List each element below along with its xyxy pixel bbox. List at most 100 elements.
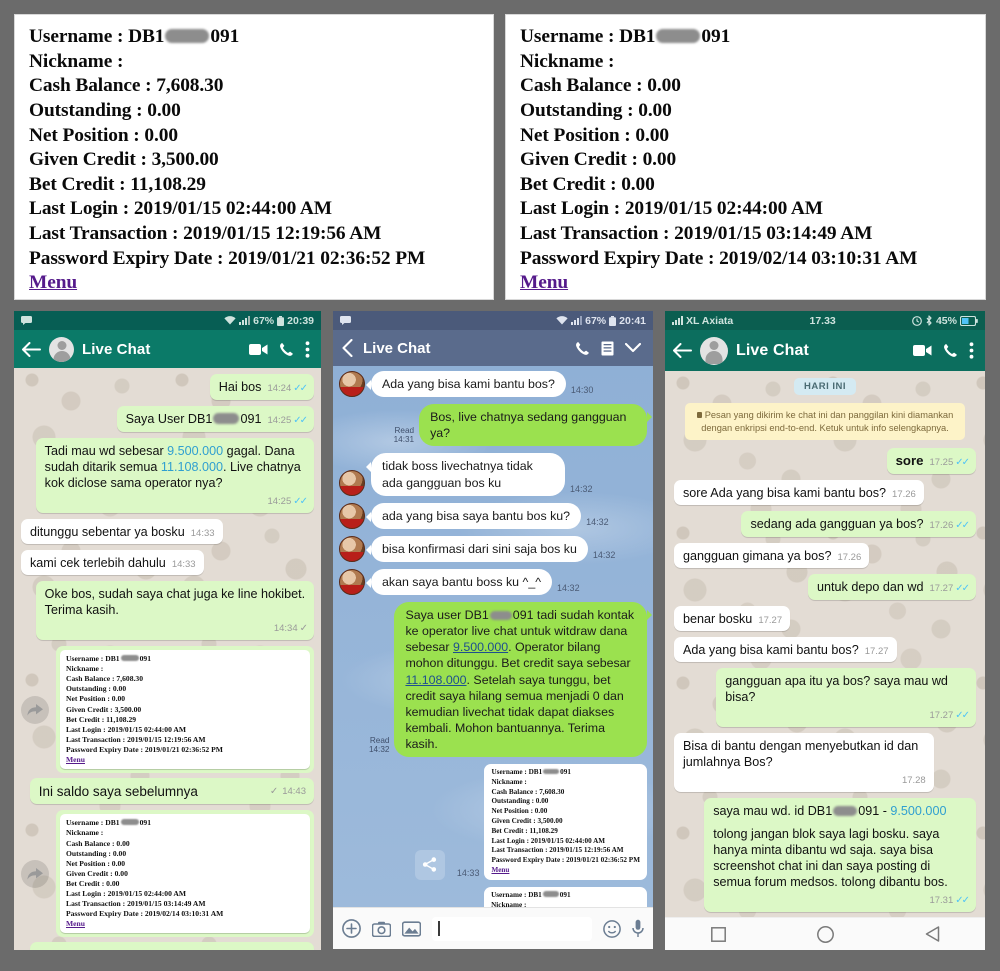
chat-bubble-incoming[interactable]: sore Ada yang bisa kami bantu bos? 17.26 [674, 479, 924, 506]
read-receipt-icon: ✓✓ [955, 895, 970, 907]
forward-icon[interactable] [21, 695, 49, 724]
share-icon[interactable] [414, 849, 445, 880]
back-nav-icon[interactable] [925, 926, 940, 942]
plus-icon[interactable] [342, 919, 361, 938]
chat-bubble-incoming[interactable]: bisa konfirmasi dari sini saja bos ku [366, 535, 588, 562]
message-row: tidak boss livechatnya tidak ada ganggua… [339, 453, 647, 496]
lock-icon [696, 412, 702, 418]
back-icon[interactable] [342, 339, 353, 357]
chat-header: Live Chat [14, 330, 321, 368]
card-line-last-transaction: Last Transaction : 2019/01/15 12:19:56 A… [66, 734, 206, 744]
amount-highlight: 11.108.000 [160, 459, 223, 474]
recent-apps-icon[interactable] [710, 926, 726, 942]
menu-link[interactable]: Menu [491, 866, 640, 876]
avatar[interactable] [339, 469, 365, 496]
notes-icon[interactable] [601, 341, 614, 356]
chevron-down-icon[interactable] [625, 343, 641, 353]
message-time: 14:32 [557, 583, 580, 593]
home-icon[interactable] [816, 925, 834, 943]
camera-icon[interactable] [372, 921, 391, 937]
chat-bubble-outgoing[interactable]: saya mau wd. id DB1 091 - 9.500.000 tolon… [704, 797, 976, 912]
overflow-menu-icon[interactable] [969, 342, 974, 359]
chat-bubble-outgoing[interactable]: Ini saldo saya sebelumnya 14:43 ✓ [29, 778, 314, 805]
card-line-given-credit: Given Credit : 3,500.00 [491, 817, 563, 826]
menu-link[interactable]: Menu [520, 271, 973, 296]
battery-icon [609, 315, 617, 326]
menu-link[interactable]: Menu [66, 919, 304, 929]
encryption-notice[interactable]: Pesan yang dikirim ke chat ini dan pangg… [684, 403, 966, 441]
chat-bubble-incoming[interactable]: ada yang bisa saya bantu bos ku? [365, 502, 582, 529]
card-line-last-login: Last Login : 2019/01/15 02:44:00 AM [491, 836, 606, 845]
chat-bubble-outgoing[interactable]: sedang ada gangguan ya bos? 17.26 ✓✓ [741, 511, 976, 537]
back-icon[interactable] [22, 341, 41, 357]
forward-icon[interactable] [21, 859, 49, 888]
overflow-menu-icon[interactable] [305, 340, 310, 358]
chat-bubble-incoming[interactable]: benar bosku 17.27 [674, 605, 791, 632]
chat-bubble-outgoing[interactable]: untuk depo dan wd 17.27 ✓✓ [808, 574, 976, 600]
avatar[interactable] [700, 336, 728, 365]
status-bar: 67% 20:41 [333, 311, 653, 330]
chat-bubble-outgoing[interactable]: Username : DB1 091 Nickname : Cash Balanc… [56, 646, 314, 774]
chat-bubble-outgoing[interactable]: gangguan apa itu ya bos? saya mau wd bis… [716, 668, 976, 728]
message-text: sedang ada gangguan ya bos? [750, 517, 924, 532]
read-status: Read 14:32 [368, 736, 390, 755]
embedded-account-card[interactable]: Username : DB1091 Nickname : Cash Balanc… [484, 764, 647, 880]
phone-screenshot-whatsapp-2: XL Axiata 17.33 45% Live Chat HARI INI P… [665, 311, 985, 950]
chat-bubble-outgoing[interactable]: Saya User DB1 091 14:25 ✓✓ [116, 405, 314, 432]
chat-bubble-outgoing[interactable]: Saya user DB1 091 tadi sudah kontak ke op… [394, 602, 652, 758]
chat-bubble-outgoing[interactable]: sore 17.25 ✓✓ [886, 448, 976, 474]
account-line-cash-balance: Cash Balance : 0.00 [520, 75, 681, 97]
card-line-outstanding: Outstanding : 0.00 [491, 797, 549, 806]
chat-bubble-incoming[interactable]: Bisa di bantu dengan menyebutkan id dan … [674, 733, 934, 792]
account-line-username: Username : DB1 091 [520, 26, 731, 47]
back-icon[interactable] [673, 343, 692, 358]
avatar[interactable] [49, 336, 74, 362]
message-time: 17.26 [892, 488, 916, 500]
emoji-icon[interactable] [603, 919, 621, 938]
chat-bubble-outgoing[interactable]: Ini saldo sekarang14:43✓ [29, 942, 314, 950]
video-call-icon[interactable] [913, 344, 932, 357]
chat-bubble-incoming[interactable]: tidak boss livechatnya tidak ada ganggua… [365, 453, 566, 496]
chat-bubble-incoming[interactable]: ditunggu sebentar ya bosku 14:33 [21, 518, 223, 544]
phone-screenshot-line: 67% 20:41 Live Chat Ada yang bisa kami b… [333, 311, 653, 950]
avatar[interactable] [339, 569, 365, 595]
carrier-cluster: XL Axiata [672, 315, 733, 327]
video-call-icon[interactable] [249, 343, 268, 356]
message-input[interactable] [432, 916, 592, 941]
chat-bubble-outgoing[interactable]: Username : DB1 091 Nickname : Cash Balanc… [56, 810, 314, 938]
chat-bubble-outgoing[interactable]: Tadi mau wd sebesar 9.500.000 gagal. Dan… [35, 437, 314, 513]
message-row: bisa konfirmasi dari sini saja bos ku 14… [339, 535, 647, 562]
phone-call-icon[interactable] [575, 341, 590, 356]
chat-bubble-incoming[interactable]: akan saya bantu boss ku ^_^ [365, 568, 553, 595]
chat-bubble-incoming[interactable]: gangguan gimana ya bos? 17.26 [674, 542, 870, 569]
embedded-account-card[interactable]: Username : DB1091 Nickname : Cash Balanc… [484, 886, 647, 907]
account-line-bet-credit: Bet Credit : 11,108.29 [29, 173, 206, 195]
wifi-icon [556, 316, 568, 325]
chat-bubble-incoming[interactable]: Ada yang bisa kami bantu bos? [366, 371, 566, 398]
menu-link[interactable]: Menu [29, 271, 481, 296]
chat-bubble-incoming[interactable]: Ada yang bisa kami bantu bos? 17.27 [674, 637, 897, 663]
chat-title: Live Chat [82, 340, 151, 358]
message-line-1: saya mau wd. id DB1 091 - 9.500.000 [713, 803, 968, 819]
card-line-username: Username : DB1 091 [491, 890, 571, 899]
message-meta: 14:25 ✓✓ [45, 492, 308, 509]
message-row: untuk depo dan wd 17.27 ✓✓ [674, 574, 976, 600]
account-cards-row: Username : DB1 091 Nickname : Cash Balanc… [0, 0, 1000, 300]
account-line-given-credit: Given Credit : 3,500.00 [29, 149, 219, 171]
chat-bubble-outgoing[interactable]: Hai bos 14:24 ✓✓ [209, 374, 314, 400]
card-line-password-expiry: Password Expiry Date : 2019/02/14 03:10:… [66, 909, 224, 919]
chat-bubble-incoming[interactable]: kami cek terlebih dahulu 14:33 [21, 549, 204, 576]
message-text: Saya User DB1 [125, 411, 213, 426]
avatar[interactable] [339, 502, 365, 529]
gallery-icon[interactable] [402, 920, 421, 937]
chat-bubble-outgoing[interactable]: Bos, live chatnya sedang gangguan ya? [419, 404, 652, 447]
menu-link[interactable]: Menu [66, 755, 304, 765]
read-receipt-icon: ✓✓ [293, 495, 308, 507]
chat-bubble-outgoing[interactable]: Oke bos, sudah saya chat juga ke line ho… [35, 581, 314, 641]
avatar[interactable] [339, 535, 365, 562]
read-receipt-icon: ✓✓ [955, 583, 970, 595]
phone-call-icon[interactable] [943, 343, 958, 358]
phone-call-icon[interactable] [279, 342, 294, 357]
avatar[interactable] [339, 371, 365, 398]
microphone-icon[interactable] [632, 919, 644, 938]
